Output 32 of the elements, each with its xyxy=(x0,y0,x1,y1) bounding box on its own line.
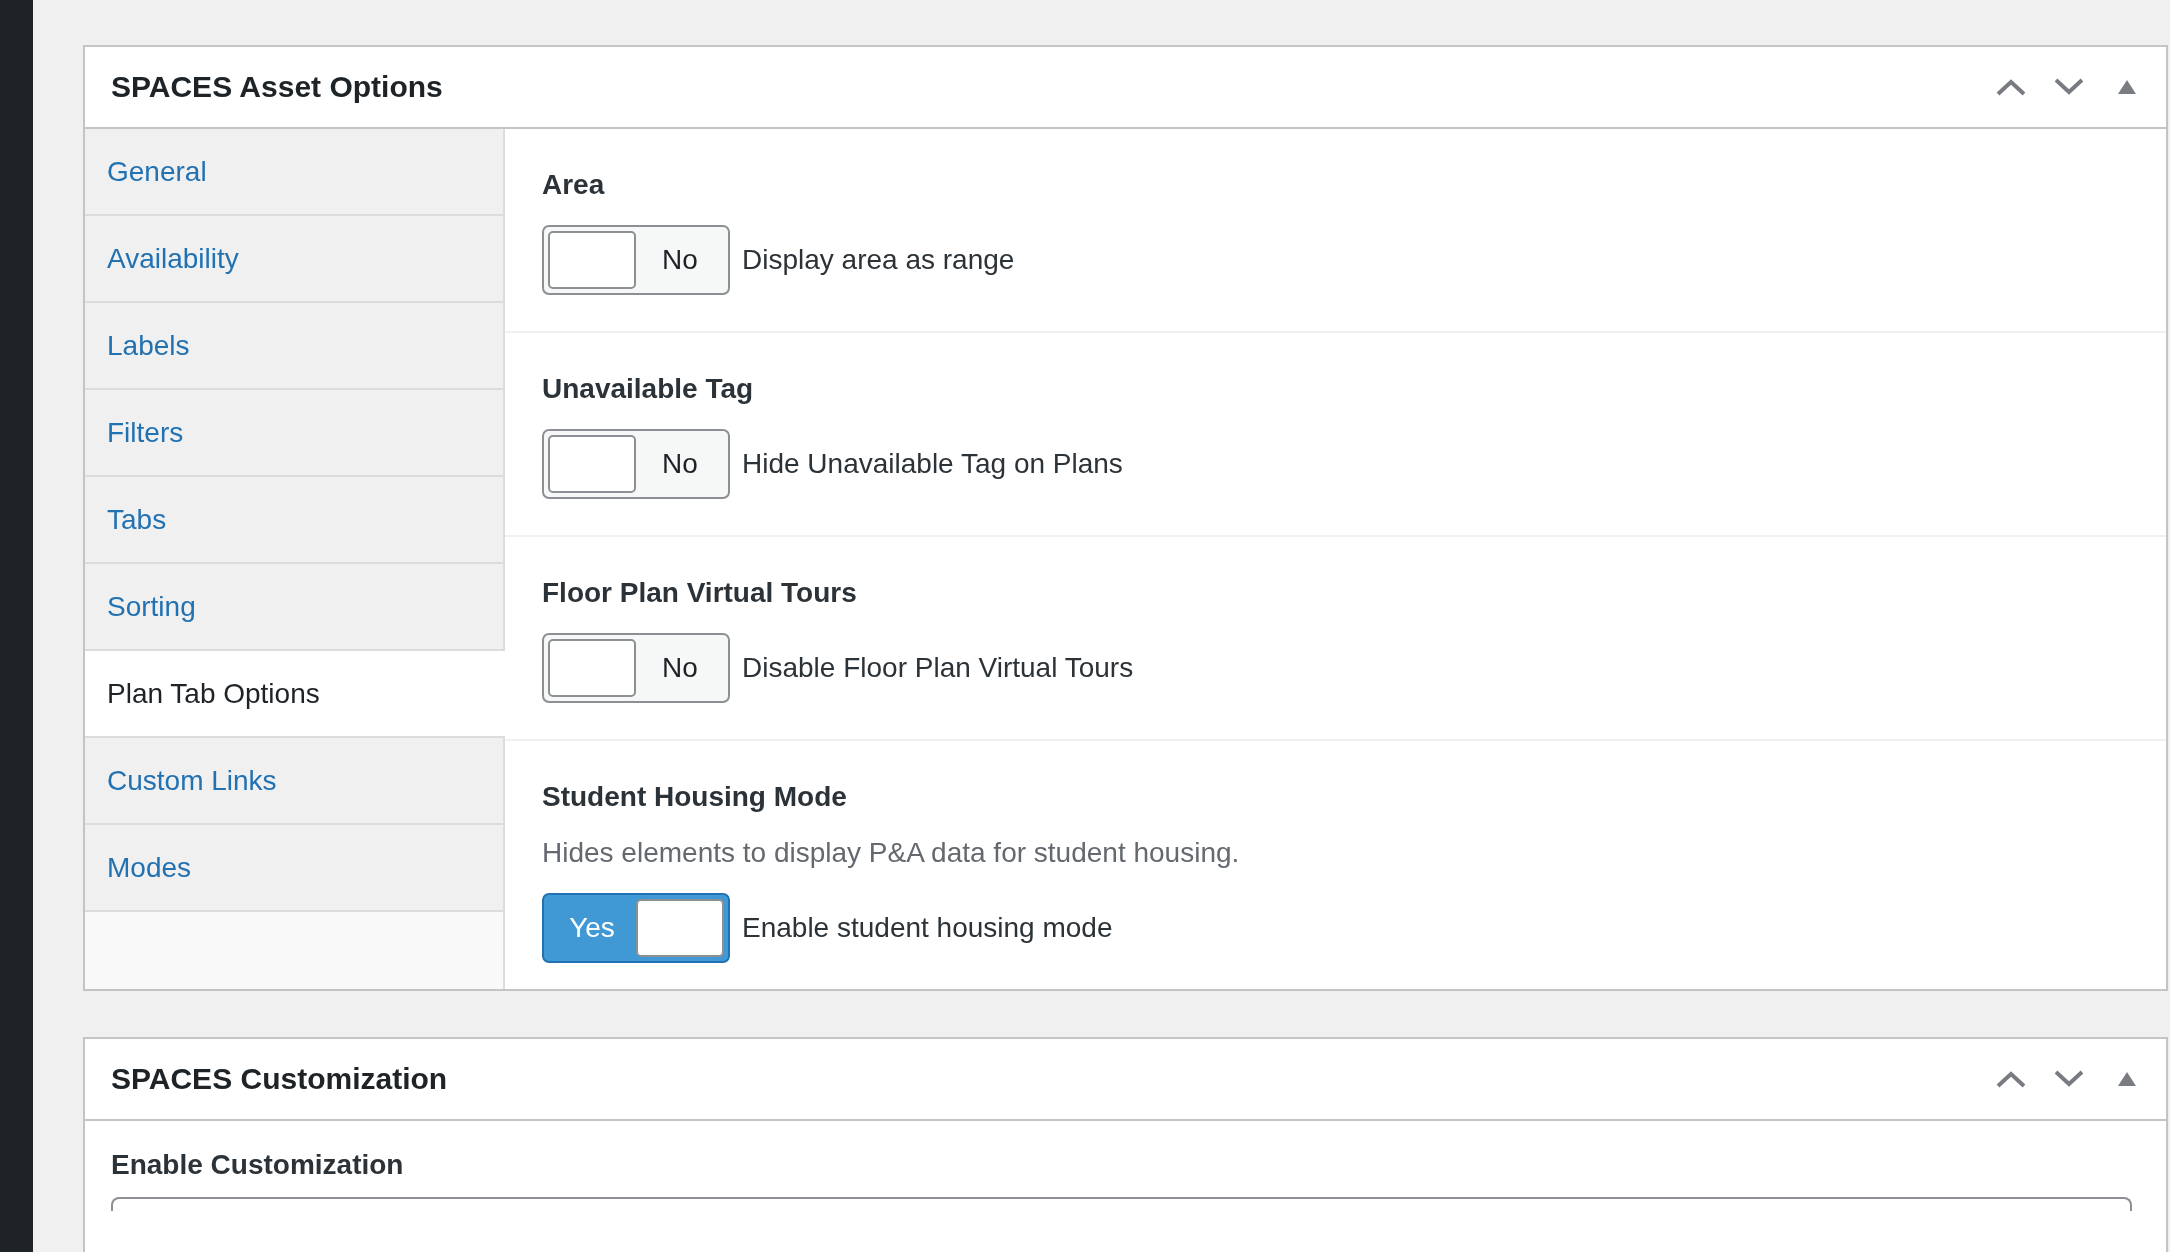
toggle-caption: Display area as range xyxy=(742,244,1015,276)
setting-title: Area xyxy=(542,169,606,201)
chevron-up-icon xyxy=(1996,1070,2026,1088)
sidebar-tab[interactable]: General xyxy=(85,129,503,216)
sidebar-tab[interactable]: Custom Links xyxy=(85,738,503,825)
toggle-caption: Disable Floor Plan Virtual Tours xyxy=(742,652,1134,684)
toggle-switch[interactable]: No xyxy=(542,225,730,295)
toggle-caption: Enable student housing mode xyxy=(742,912,1113,944)
sidebar-tab[interactable]: Filters xyxy=(85,390,503,477)
toggle-switch[interactable]: Yes xyxy=(542,893,730,963)
triangle-up-icon xyxy=(2118,1072,2136,1086)
panel-title: SPACES Asset Options xyxy=(111,70,444,104)
sidebar-tab[interactable]: Tabs xyxy=(85,477,503,564)
toggle-caption: Hide Unavailable Tag on Plans xyxy=(742,448,1123,480)
setting-description: Hides elements to display P&A data for student housing. xyxy=(542,837,1241,869)
sidebar-tab[interactable]: Sorting xyxy=(85,564,503,651)
chevron-down-icon xyxy=(2054,1070,2084,1088)
toggle-switch[interactable]: No xyxy=(542,633,730,703)
sidebar-tab[interactable]: Labels xyxy=(85,303,503,390)
toggle-switch[interactable]: No xyxy=(542,429,730,499)
setting-title: Unavailable Tag xyxy=(542,373,755,405)
sidebar-tab[interactable]: Modes xyxy=(85,825,503,912)
sidebar-tab[interactable]: Availability xyxy=(85,216,503,303)
setting-title: Floor Plan Virtual Tours xyxy=(542,577,858,609)
chevron-down-icon xyxy=(2054,78,2084,96)
triangle-up-icon xyxy=(2118,80,2136,94)
field-label: Enable Customization xyxy=(111,1149,405,1181)
input-field[interactable] xyxy=(111,1197,2132,1211)
panel-title: SPACES Customization xyxy=(111,1062,449,1096)
sidebar-tab[interactable]: Plan Tab Options xyxy=(85,651,505,738)
chevron-up-icon xyxy=(1996,78,2026,96)
setting-title: Student Housing Mode xyxy=(542,781,848,813)
